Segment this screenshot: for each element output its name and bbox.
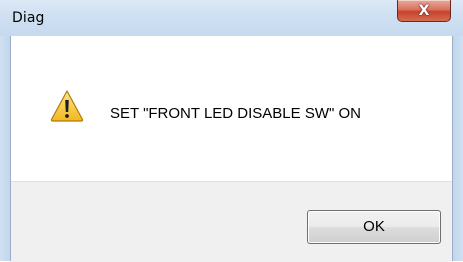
- dialog-body: SET "FRONT LED DISABLE SW" ON OK: [10, 36, 453, 262]
- warning-icon: [50, 90, 84, 122]
- window-title: Diag: [12, 10, 45, 26]
- close-button[interactable]: X: [397, 0, 451, 22]
- window-frame-left: [0, 36, 10, 261]
- close-icon: X: [418, 3, 430, 19]
- dialog-window: Diag X SET "FRONT LED DISABLE SW" ON OK: [0, 0, 463, 262]
- ok-button[interactable]: OK: [307, 210, 441, 244]
- window-frame-right: [453, 36, 463, 261]
- title-bar[interactable]: Diag X: [0, 0, 463, 36]
- message-area: SET "FRONT LED DISABLE SW" ON: [11, 36, 452, 181]
- message-text: SET "FRONT LED DISABLE SW" ON: [110, 105, 361, 122]
- button-bar: OK: [11, 181, 452, 262]
